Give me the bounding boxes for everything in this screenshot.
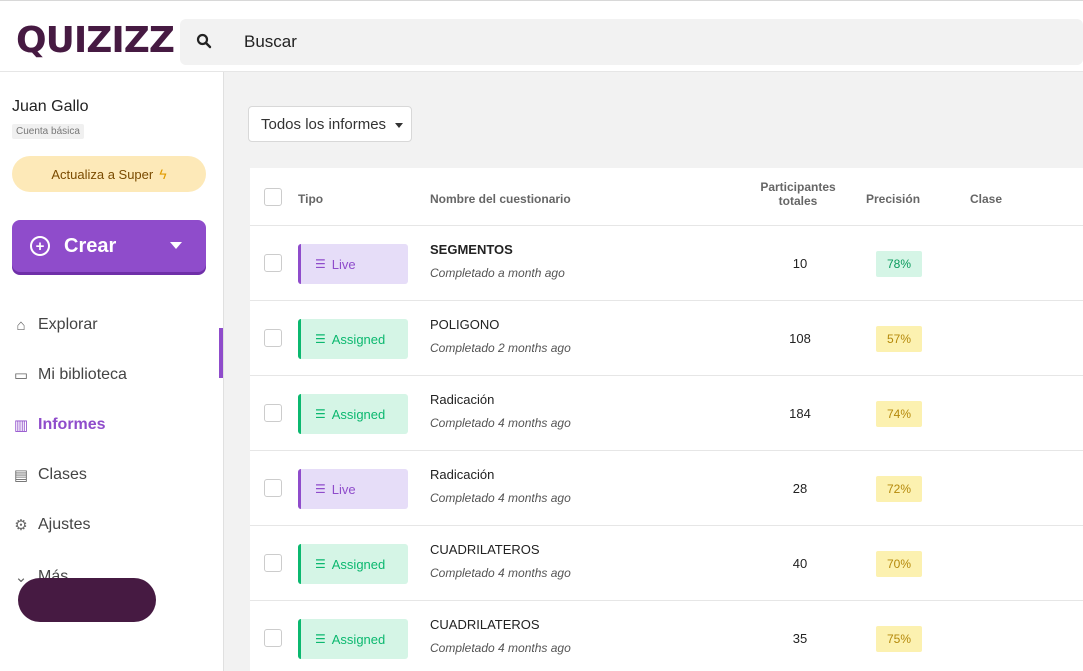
table-row[interactable]: ☰ Live Radicación Completado 4 months ago… <box>250 451 1083 526</box>
folder-icon: ▭ <box>13 367 29 384</box>
table-row[interactable]: ☰ Live SEGMENTOS Completado a month ago 1… <box>250 226 1083 301</box>
list-icon: ☰ <box>315 332 326 346</box>
column-header-accuracy[interactable]: Precisión <box>866 192 920 206</box>
sidebar-item-mi-biblioteca[interactable]: ▭ Mi biblioteca <box>12 360 127 390</box>
table-row[interactable]: ☰ Assigned CUADRILATEROS Completado 4 mon… <box>250 526 1083 601</box>
list-icon: ☰ <box>315 257 326 271</box>
caret-down-icon[interactable] <box>170 242 182 249</box>
table-row[interactable]: ☰ Assigned CUADRILATEROS Completado 4 mon… <box>250 601 1083 671</box>
sidebar-item-informes[interactable]: ▥ Informes <box>12 410 106 440</box>
sidebar-item-label: Explorar <box>38 316 98 333</box>
accuracy-badge: 72% <box>876 476 922 502</box>
accuracy-badge: 70% <box>876 551 922 577</box>
lightning-icon: ϟ <box>159 166 167 182</box>
upgrade-label: Actualiza a Super <box>51 166 154 182</box>
filter-label: Todos los informes <box>261 115 387 133</box>
row-checkbox[interactable] <box>264 554 282 572</box>
active-indicator <box>219 328 223 378</box>
type-badge: ☰ Live <box>298 469 408 509</box>
plus-circle-icon: + <box>30 236 50 256</box>
classes-icon: ▤ <box>13 467 29 484</box>
type-badge: ☰ Assigned <box>298 394 408 434</box>
quiz-name[interactable]: CUADRILATEROS <box>430 542 540 557</box>
column-header-participants[interactable]: Participantes totales <box>746 180 850 208</box>
type-badge: ☰ Assigned <box>298 619 408 659</box>
participants-count: 35 <box>792 631 808 646</box>
type-label: Live <box>331 481 356 497</box>
top-bar: QUIZIZZ <box>0 0 1083 72</box>
accuracy-badge: 74% <box>876 401 922 427</box>
type-label: Assigned <box>331 631 386 647</box>
select-all-checkbox[interactable] <box>264 188 282 206</box>
row-checkbox[interactable] <box>264 479 282 497</box>
explore-icon: ⌂ <box>16 316 26 334</box>
quiz-date: Completado a month ago <box>430 266 565 280</box>
sidebar-item-label: Mi biblioteca <box>38 366 127 383</box>
plan-badge: Cuenta básica <box>12 124 84 139</box>
sidebar-item-clases[interactable]: ▤ Clases <box>12 460 87 490</box>
column-header-class[interactable]: Clase <box>970 192 1002 206</box>
quiz-date: Completado 4 months ago <box>430 416 571 430</box>
participants-count: 10 <box>792 256 808 271</box>
participants-count: 40 <box>792 556 808 571</box>
accuracy-badge: 57% <box>876 326 922 352</box>
caret-down-icon <box>395 123 403 128</box>
upgrade-button[interactable]: Actualiza a Super ϟ <box>12 156 206 192</box>
table-row[interactable]: ☰ Assigned POLIGONO Completado 2 months a… <box>250 301 1083 376</box>
list-icon: ☰ <box>315 557 326 571</box>
quiz-name[interactable]: SEGMENTOS <box>430 242 513 257</box>
type-badge: ☰ Live <box>298 244 408 284</box>
list-icon: ☰ <box>315 407 326 421</box>
quiz-name[interactable]: Radicación <box>430 467 494 482</box>
quizizz-logo[interactable]: QUIZIZZ <box>16 21 175 61</box>
user-name[interactable]: Juan Gallo <box>12 98 89 116</box>
type-label: Assigned <box>331 556 386 572</box>
row-checkbox[interactable] <box>264 404 282 422</box>
column-header-name[interactable]: Nombre del cuestionario <box>430 192 571 206</box>
type-badge: ☰ Assigned <box>298 319 408 359</box>
type-badge: ☰ Assigned <box>298 544 408 584</box>
quiz-date: Completado 4 months ago <box>430 566 571 580</box>
reports-table: Tipo Nombre del cuestionario Participant… <box>250 168 1083 671</box>
search-icon <box>196 33 212 49</box>
quiz-name[interactable]: CUADRILATEROS <box>430 617 540 632</box>
type-label: Live <box>331 256 356 272</box>
create-label: Crear <box>64 234 117 257</box>
reports-icon: ▥ <box>13 417 29 434</box>
type-label: Assigned <box>331 406 386 422</box>
quiz-date: Completado 4 months ago <box>430 641 571 655</box>
quiz-date: Completado 2 months ago <box>430 341 571 355</box>
table-row[interactable]: ☰ Assigned Radicación Completado 4 months… <box>250 376 1083 451</box>
accuracy-badge: 78% <box>876 251 922 277</box>
row-checkbox[interactable] <box>264 329 282 347</box>
sidebar-item-explorar[interactable]: ⌂ Explorar <box>12 310 98 340</box>
sidebar-item-label: Ajustes <box>38 516 91 533</box>
list-icon: ☰ <box>315 632 326 646</box>
sidebar-item-ajustes[interactable]: ⚙ Ajustes <box>12 510 90 540</box>
participants-count: 108 <box>789 331 811 346</box>
participants-count: 184 <box>789 406 811 421</box>
sidebar-item-label: Informes <box>38 416 106 433</box>
row-checkbox[interactable] <box>264 254 282 272</box>
column-header-type[interactable]: Tipo <box>298 192 323 206</box>
sidebar-item-label: Clases <box>38 466 87 483</box>
create-button[interactable]: + Crear <box>12 220 206 272</box>
search-input[interactable] <box>244 29 844 55</box>
quiz-name[interactable]: POLIGONO <box>430 317 499 332</box>
join-button[interactable] <box>18 578 156 622</box>
reports-filter-dropdown[interactable]: Todos los informes <box>248 106 412 142</box>
type-label: Assigned <box>331 331 386 347</box>
quiz-name[interactable]: Radicación <box>430 392 494 407</box>
participants-count: 28 <box>792 481 808 496</box>
list-icon: ☰ <box>315 482 326 496</box>
gear-icon: ⚙ <box>14 517 28 534</box>
accuracy-badge: 75% <box>876 626 922 652</box>
row-checkbox[interactable] <box>264 629 282 647</box>
quiz-date: Completado 4 months ago <box>430 491 571 505</box>
table-header: Tipo Nombre del cuestionario Participant… <box>250 168 1083 226</box>
